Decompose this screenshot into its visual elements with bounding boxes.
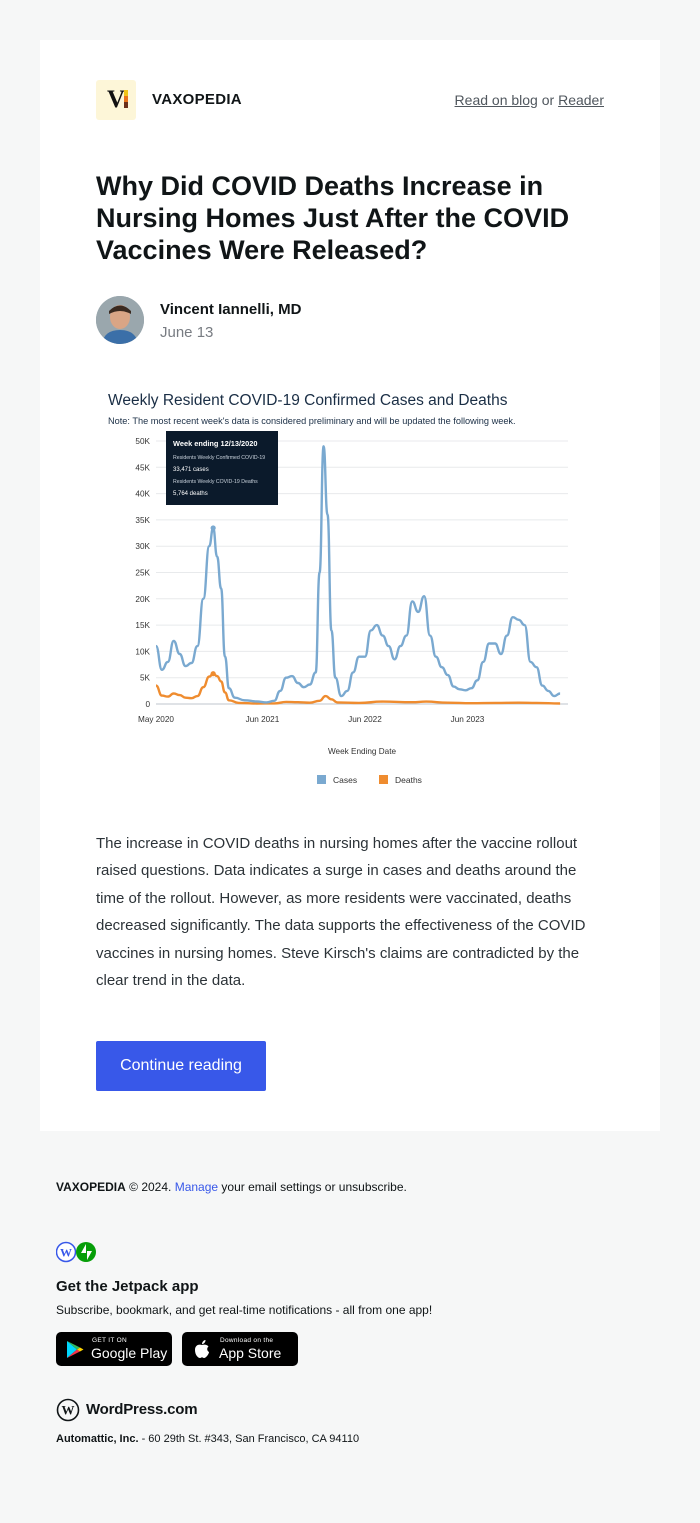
wordpress-logo-icon[interactable]: W bbox=[56, 1398, 80, 1422]
wordpress-wordmark[interactable]: WordPress.com bbox=[86, 1401, 198, 1418]
post-date: June 13 bbox=[160, 324, 214, 341]
legend-swatch-cases bbox=[317, 775, 326, 784]
chart-subtitle: Note: The most recent week's data is con… bbox=[108, 416, 516, 426]
author-avatar bbox=[96, 296, 144, 344]
site-logo[interactable]: V bbox=[96, 80, 136, 120]
google-play-small: GET IT ON bbox=[92, 1337, 127, 1344]
chart-svg: Weekly Resident COVID-19 Confirmed Cases… bbox=[108, 392, 568, 785]
y-tick-label: 0 bbox=[145, 700, 150, 709]
tooltip-line2: 33,471 cases bbox=[173, 467, 209, 473]
y-tick-label: 40K bbox=[135, 490, 150, 499]
hover-marker-deaths bbox=[210, 671, 216, 677]
apple-icon bbox=[195, 1340, 209, 1358]
logo-letter: V bbox=[107, 86, 126, 113]
y-tick-label: 35K bbox=[135, 516, 150, 525]
y-tick-label: 25K bbox=[135, 569, 150, 578]
tooltip-title: Week ending 12/13/2020 bbox=[173, 439, 258, 448]
footer-copyright: © 2024. bbox=[129, 1180, 172, 1194]
app-store-big: App Store bbox=[219, 1345, 282, 1361]
company-address: Automattic, Inc. - 60 29th St. #343, San… bbox=[56, 1433, 359, 1445]
x-tick-label: May 2020 bbox=[138, 715, 174, 724]
jetpack-subtitle: Subscribe, bookmark, and get real-time n… bbox=[56, 1303, 433, 1317]
continue-reading-button[interactable]: Continue reading bbox=[96, 1041, 266, 1091]
svg-text:W: W bbox=[62, 1403, 75, 1418]
svg-text:W: W bbox=[60, 1246, 72, 1260]
post-excerpt: The increase in COVID deaths in nursing … bbox=[96, 835, 586, 990]
manage-link[interactable]: Manage bbox=[175, 1180, 218, 1194]
app-store-small: Download on the bbox=[220, 1337, 274, 1344]
chart-legend: Cases Deaths bbox=[317, 775, 422, 785]
jetpack-icon bbox=[76, 1242, 96, 1262]
y-tick-label: 20K bbox=[135, 595, 150, 604]
google-play-big: Google Play bbox=[91, 1345, 168, 1361]
legend-swatch-deaths bbox=[379, 775, 388, 784]
google-play-button[interactable]: GET IT ON Google Play bbox=[56, 1332, 172, 1366]
tooltip-line3: Residents Weekly COVID-19 Deaths bbox=[173, 479, 258, 485]
y-tick-label: 5K bbox=[140, 674, 151, 683]
legend-label-cases: Cases bbox=[333, 775, 357, 785]
x-tick-label: Jun 2023 bbox=[451, 715, 485, 724]
address-text: - 60 29th St. #343, San Francisco, CA 94… bbox=[141, 1433, 360, 1445]
email-header: V VAXOPEDIA Read on blog or Reader bbox=[96, 80, 604, 120]
y-tick-label: 30K bbox=[135, 542, 150, 551]
y-tick-label: 15K bbox=[135, 621, 150, 630]
chart-xlabel: Week Ending Date bbox=[328, 747, 397, 756]
chart-title: Weekly Resident COVID-19 Confirmed Cases… bbox=[108, 392, 508, 409]
x-tick-label: Jun 2021 bbox=[246, 715, 280, 724]
company-name: Automattic, Inc. bbox=[56, 1433, 139, 1445]
footer-line: VAXOPEDIA © 2024. Manage your email sett… bbox=[56, 1180, 646, 1194]
footer-text: VAXOPEDIA © 2024. Manage your email sett… bbox=[56, 1180, 646, 1194]
read-on-blog-link[interactable]: Read on blog bbox=[455, 92, 538, 108]
legend-label-deaths: Deaths bbox=[395, 775, 422, 785]
jetpack-title: Get the Jetpack app bbox=[56, 1278, 199, 1295]
or-text: or bbox=[541, 92, 555, 108]
hover-marker-cases bbox=[210, 525, 216, 531]
author-name: Vincent Iannelli, MD bbox=[160, 301, 302, 318]
y-tick-label: 10K bbox=[135, 647, 150, 656]
x-tick-label: Jun 2022 bbox=[348, 715, 382, 724]
post-title[interactable]: Why Did COVID Deaths Increase in Nursing… bbox=[96, 170, 616, 266]
y-tick-label: 50K bbox=[135, 437, 150, 446]
reader-link[interactable]: Reader bbox=[558, 92, 604, 108]
y-tick-label: 45K bbox=[135, 463, 150, 472]
header-links: Read on blog or Reader bbox=[455, 92, 604, 108]
tooltip-line1: Residents Weekly Confirmed COVID-19 bbox=[173, 455, 265, 461]
footer-rest: your email settings or unsubscribe. bbox=[221, 1180, 407, 1194]
google-play-icon bbox=[67, 1341, 84, 1358]
wordpress-small-icon: W bbox=[55, 1241, 77, 1263]
app-store-button[interactable]: Download on the App Store bbox=[182, 1332, 298, 1366]
chart-image: Weekly Resident COVID-19 Confirmed Cases… bbox=[96, 378, 604, 798]
chart-x-ticks: May 2020 Jun 2021 Jun 2022 Jun 2023 bbox=[138, 715, 485, 724]
app-icons: W bbox=[55, 1241, 100, 1263]
chart-tooltip: Week ending 12/13/2020 Residents Weekly … bbox=[166, 431, 278, 505]
tooltip-line4: 5,764 deaths bbox=[173, 491, 208, 497]
logo-bar-brown bbox=[124, 102, 128, 108]
site-name[interactable]: VAXOPEDIA bbox=[152, 91, 242, 108]
footer-brand: VAXOPEDIA bbox=[56, 1180, 126, 1194]
